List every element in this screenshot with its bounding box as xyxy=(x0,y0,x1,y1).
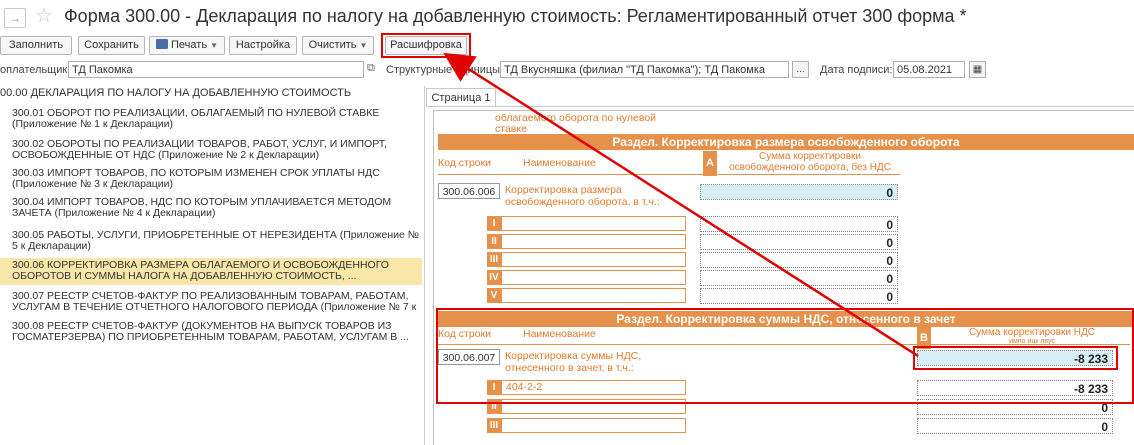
annotation-arrow xyxy=(443,52,919,358)
